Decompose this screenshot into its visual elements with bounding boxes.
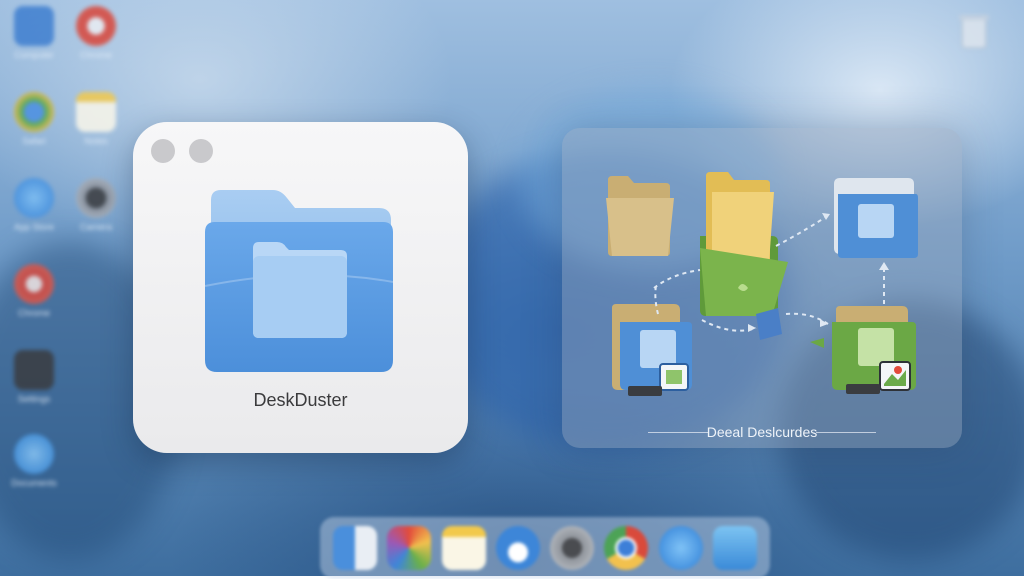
desktop-icon-app-store[interactable]: App Store (8, 178, 60, 232)
preview-caption: Deeal Deslcurdes (706, 424, 818, 440)
cloud-icon[interactable] (495, 526, 540, 570)
computer-icon (14, 6, 54, 46)
desktop-icon-label: Computer (14, 50, 54, 60)
app-name: DeskDuster (253, 390, 348, 410)
desktop-icon-safari[interactable]: Safari (8, 92, 60, 146)
camera-icon (76, 178, 116, 218)
desktop-icon-documents[interactable]: Documents (8, 434, 60, 488)
app-store-icon (14, 178, 54, 218)
desktop-icon-label: Notes (84, 136, 108, 146)
documents-icon (14, 434, 54, 474)
desktop-icon-label: Camera (79, 222, 112, 232)
tan-folder-icon (606, 176, 674, 256)
safari-icon (14, 92, 54, 132)
files-icon[interactable] (712, 526, 757, 570)
dock (320, 517, 770, 579)
desktop-icon-label: Documents (11, 478, 57, 488)
minimize-window-button[interactable] (189, 139, 213, 163)
blue-folder-icon (834, 178, 918, 258)
folder-app-icon (204, 190, 394, 372)
chrome-icon[interactable] (604, 526, 649, 570)
blue-document-folder-icon (612, 304, 692, 396)
desktop-icon-notes[interactable]: Notes (70, 92, 122, 146)
app-store-icon[interactable] (658, 526, 703, 570)
folder-sync-diagram (606, 172, 918, 396)
desktop-icon-camera[interactable]: Camera (70, 178, 122, 232)
desktop-icon-label: App Store (13, 222, 55, 232)
finder-icon[interactable] (333, 526, 378, 570)
settings-icon[interactable] (550, 526, 595, 570)
notes-icon (76, 92, 116, 132)
settings-icon (14, 350, 54, 390)
desktop-icon-label: Chrome (17, 308, 50, 318)
green-folder-icon (700, 172, 788, 316)
desktop-icon-label: Settings (17, 394, 51, 404)
desktop-icon-label: Chrome (79, 50, 112, 60)
recycle-bin-icon (959, 15, 989, 49)
app-launch-card[interactable]: DeskDuster (133, 122, 468, 453)
photos-icon[interactable] (387, 526, 432, 570)
desktop-icon-computer[interactable]: Computer (8, 6, 60, 60)
chrome-icon (76, 6, 116, 46)
close-window-button[interactable] (151, 139, 175, 163)
desktop-icon-chrome-2[interactable]: Chrome (8, 264, 60, 318)
desktop-icon-settings[interactable]: Settings (8, 350, 60, 404)
desktop-icon-chrome[interactable]: Chrome (70, 6, 122, 60)
organizer-preview-panel: Deeal Deslcurdes (562, 128, 962, 448)
recycle-bin[interactable] (952, 12, 996, 64)
green-photo-folder-icon (810, 306, 916, 394)
notes-icon[interactable] (441, 526, 486, 570)
chrome-icon (14, 264, 54, 304)
desktop-icon-label: Safari (22, 136, 46, 146)
